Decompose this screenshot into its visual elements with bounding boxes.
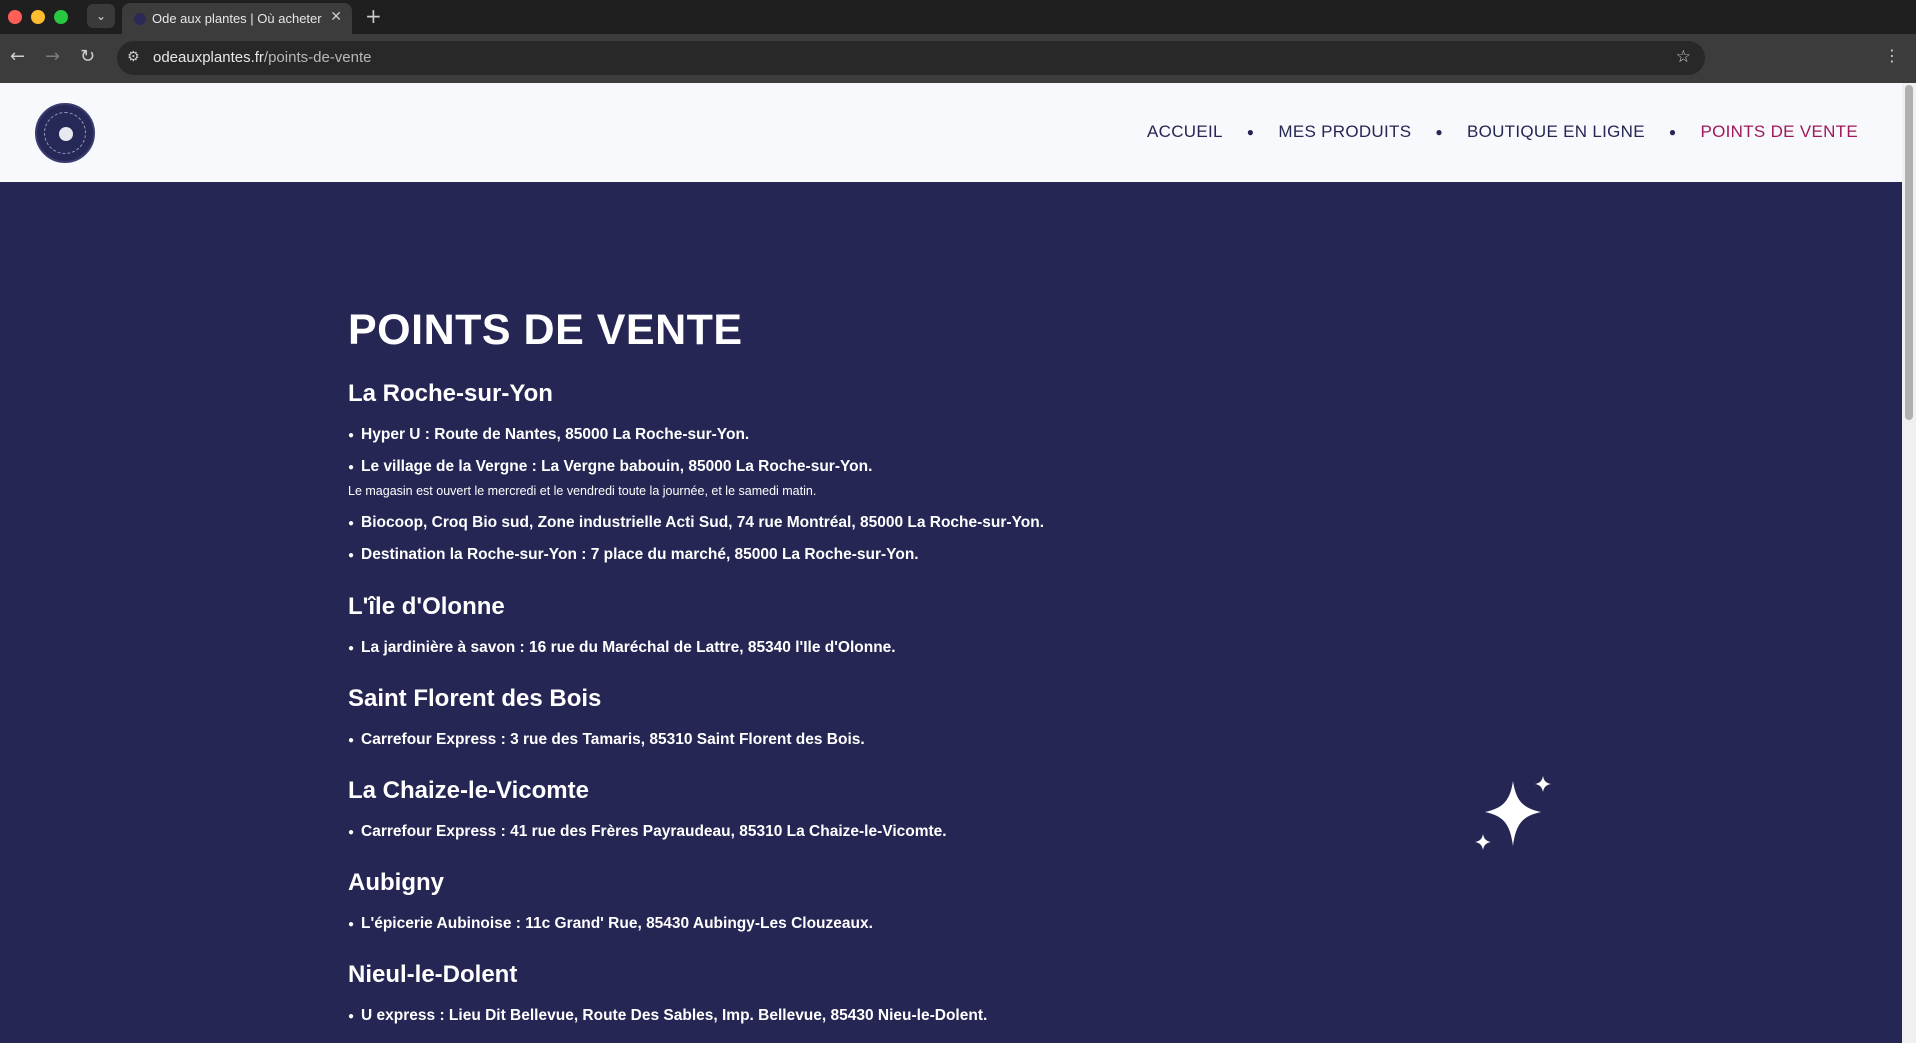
tab-close-icon[interactable]: ✕	[330, 9, 342, 25]
window-minimize-button[interactable]	[31, 10, 45, 24]
scrollbar-thumb[interactable]	[1905, 85, 1913, 420]
reload-icon[interactable]: ↻	[80, 46, 95, 67]
shop-item: Biocoop, Croq Bio sud, Zone industrielle…	[348, 514, 1044, 532]
browser-toolbar: ← → ↻ ⚙ odeauxplantes.fr/points-de-vente…	[0, 34, 1916, 83]
browser-tab[interactable]: Ode aux plantes | Où acheter ✕	[122, 3, 352, 34]
nav-accueil[interactable]: ACCUEIL	[1147, 122, 1223, 142]
nav-separator-icon: ●	[1246, 125, 1255, 139]
opening-hours-note: Le magasin est ouvert le mercredi et le …	[348, 484, 817, 498]
nav-boutique-en-ligne[interactable]: BOUTIQUE EN LIGNE	[1467, 122, 1645, 142]
city-heading: Aubigny	[348, 869, 444, 896]
site-logo[interactable]	[35, 103, 95, 163]
chevron-down-icon: ⌄	[95, 9, 107, 23]
back-arrow-icon[interactable]: ←	[10, 46, 25, 67]
window-maximize-button[interactable]	[54, 10, 68, 24]
shop-item: L'épicerie Aubinoise : 11c Grand' Rue, 8…	[348, 915, 873, 933]
window-close-button[interactable]	[8, 10, 22, 24]
url-text[interactable]: odeauxplantes.fr/points-de-vente	[153, 49, 372, 66]
nav-points-de-vente[interactable]: POINTS DE VENTE	[1700, 122, 1858, 142]
shop-item: Le village de la Vergne : La Vergne babo…	[348, 458, 872, 476]
shop-item: La jardinière à savon : 16 rue du Maréch…	[348, 639, 896, 657]
tab-title: Ode aux plantes | Où acheter	[152, 11, 322, 26]
tab-search-button[interactable]: ⌄	[87, 4, 115, 28]
city-heading: La Chaize-le-Vicomte	[348, 777, 589, 804]
nav-mes-produits[interactable]: MES PRODUITS	[1278, 122, 1411, 142]
page-scrollbar[interactable]	[1902, 83, 1916, 1043]
shop-item: U express : Lieu Dit Bellevue, Route Des…	[348, 1007, 987, 1025]
city-heading: Saint Florent des Bois	[348, 685, 602, 712]
bookmark-star-icon[interactable]: ☆	[1676, 47, 1691, 67]
page-title: POINTS DE VENTE	[348, 306, 743, 354]
shop-item: Hyper U : Route de Nantes, 85000 La Roch…	[348, 426, 749, 444]
site-settings-icon[interactable]: ⚙	[127, 49, 140, 65]
city-heading: L'île d'Olonne	[348, 593, 505, 620]
city-heading: Nieul-le-Dolent	[348, 961, 518, 988]
new-tab-icon[interactable]: +	[365, 4, 382, 28]
shop-item: Carrefour Express : 3 rue des Tamaris, 8…	[348, 731, 865, 749]
url-path: /points-de-vente	[263, 49, 372, 66]
nav-separator-icon: ●	[1668, 125, 1677, 139]
shop-item: Carrefour Express : 41 rue des Frères Pa…	[348, 823, 947, 841]
city-heading: La Roche-sur-Yon	[348, 380, 553, 407]
url-host: odeauxplantes.fr	[153, 49, 264, 66]
browser-menu-icon[interactable]: ⋮	[1884, 46, 1900, 65]
sparkle-icon	[1475, 776, 1551, 850]
address-bar[interactable]: ⚙ odeauxplantes.fr/points-de-vente ☆	[117, 41, 1705, 75]
favicon-icon	[134, 13, 146, 25]
nav-separator-icon: ●	[1435, 125, 1443, 139]
flower-icon	[59, 127, 73, 141]
main-nav: ACCUEIL ● MES PRODUITS ● BOUTIQUE EN LIG…	[1147, 122, 1858, 142]
shop-item: Destination la Roche-sur-Yon : 7 place d…	[348, 546, 919, 564]
site-header: ACCUEIL ● MES PRODUITS ● BOUTIQUE EN LIG…	[0, 83, 1902, 182]
browser-title-bar: ⌄ Ode aux plantes | Où acheter ✕ +	[0, 0, 1916, 34]
forward-arrow-icon[interactable]: →	[45, 46, 60, 67]
